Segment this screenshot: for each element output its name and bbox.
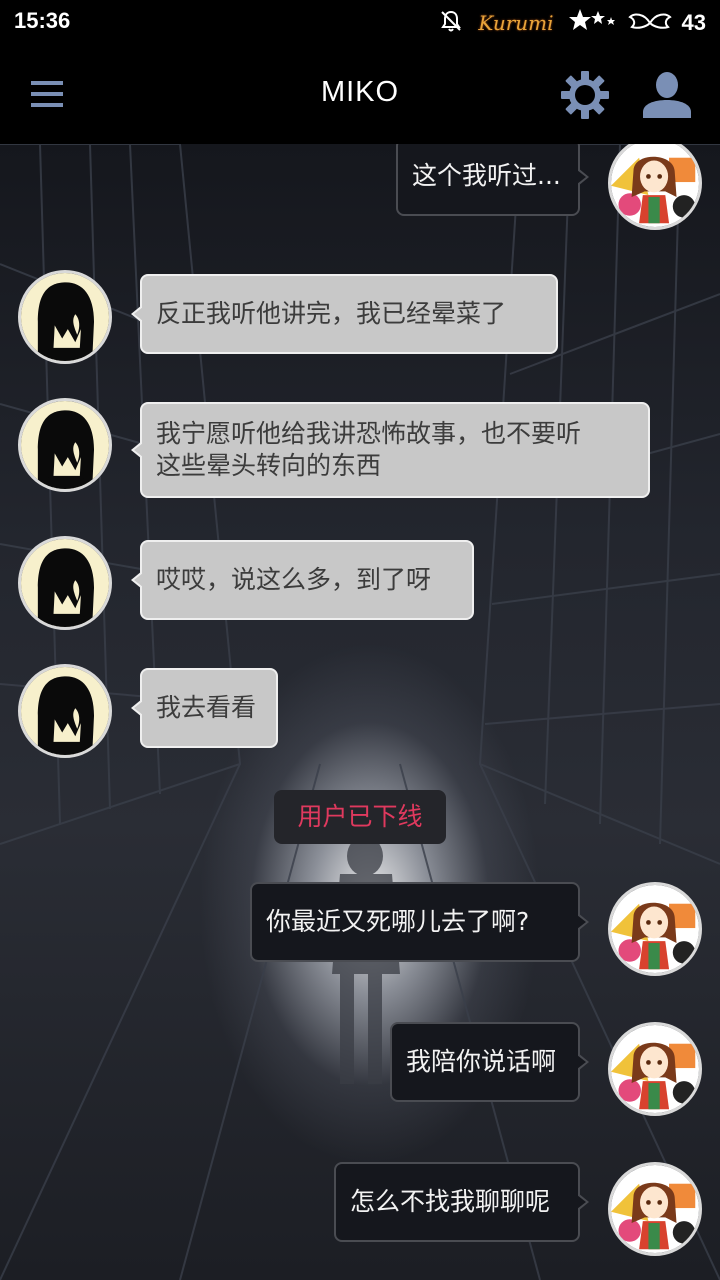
gear-icon bbox=[561, 71, 609, 119]
miko-avatar[interactable] bbox=[18, 398, 112, 492]
message-text: 我陪你说话啊 bbox=[406, 1047, 557, 1076]
message-text: 哎哎，说这么多，到了呀 bbox=[156, 565, 432, 594]
chibi-girl-avatar-image bbox=[611, 885, 699, 973]
miko-avatar[interactable] bbox=[18, 664, 112, 758]
message-text-line: 我宁愿听他给我讲恐怖故事，也不要听 bbox=[156, 419, 582, 448]
miko-avatar[interactable] bbox=[18, 536, 112, 630]
message-bubble-outgoing[interactable]: 我陪你说话啊 bbox=[390, 1022, 589, 1102]
status-time: 15:36 bbox=[14, 8, 71, 33]
message-bubble-outgoing[interactable]: 你最近又死哪儿去了啊? bbox=[250, 882, 589, 962]
message-text: 我去看看 bbox=[156, 693, 257, 722]
stars-icon bbox=[568, 7, 618, 39]
message-text: 你最近又死哪儿去了啊? bbox=[266, 907, 530, 936]
message-text: 怎么不找我聊聊呢 bbox=[350, 1187, 551, 1216]
battery-level: 43 bbox=[681, 10, 706, 35]
app-bar: MIKO bbox=[0, 46, 720, 144]
silhouette-girl-avatar-image bbox=[21, 667, 109, 755]
self-avatar[interactable] bbox=[608, 1022, 702, 1116]
status-bar: 15:36 Kurumi 43 bbox=[0, 0, 720, 46]
chibi-girl-avatar-image bbox=[611, 1165, 699, 1253]
chat-area[interactable]: 这个我听过... 反正我听他讲完，我已经晕菜了 我宁愿听他给我讲恐怖故事，也不要… bbox=[0, 144, 720, 1280]
kurumi-logo: Kurumi bbox=[478, 11, 554, 35]
message-bubble-outgoing[interactable]: 怎么不找我聊聊呢 bbox=[334, 1162, 589, 1242]
silhouette-girl-avatar-image bbox=[21, 539, 109, 627]
silhouette-girl-avatar-image bbox=[21, 401, 109, 489]
chibi-girl-avatar-image bbox=[611, 144, 699, 227]
message-text-line: 这些晕头转向的东西 bbox=[156, 451, 382, 480]
message-bubble-incoming[interactable]: 我宁愿听他给我讲恐怖故事，也不要听 这些晕头转向的东西 bbox=[131, 402, 650, 498]
wings-icon bbox=[627, 9, 672, 37]
self-avatar[interactable] bbox=[608, 882, 702, 976]
page-title: MIKO bbox=[320, 76, 400, 108]
silhouette-girl-avatar-image bbox=[21, 273, 109, 361]
message-bubble-incoming[interactable]: 哎哎，说这么多，到了呀 bbox=[131, 540, 474, 620]
message-bubble-incoming[interactable]: 反正我听他讲完，我已经晕菜了 bbox=[131, 274, 558, 354]
message-bubble-outgoing[interactable]: 这个我听过... bbox=[396, 144, 589, 216]
settings-button[interactable] bbox=[560, 70, 610, 120]
message-bubble-incoming[interactable]: 我去看看 bbox=[131, 668, 278, 748]
bell-off-icon bbox=[438, 8, 464, 38]
user-offline-notice: 用户已下线 bbox=[274, 790, 446, 844]
status-icons: Kurumi 43 bbox=[438, 6, 706, 40]
self-avatar[interactable] bbox=[608, 1162, 702, 1256]
miko-avatar[interactable] bbox=[18, 270, 112, 364]
chibi-girl-avatar-image bbox=[611, 1025, 699, 1113]
message-text: 反正我听他讲完，我已经晕菜了 bbox=[156, 299, 507, 328]
profile-button[interactable] bbox=[640, 70, 694, 120]
message-text: 这个我听过... bbox=[412, 161, 561, 190]
user-icon bbox=[643, 72, 691, 118]
